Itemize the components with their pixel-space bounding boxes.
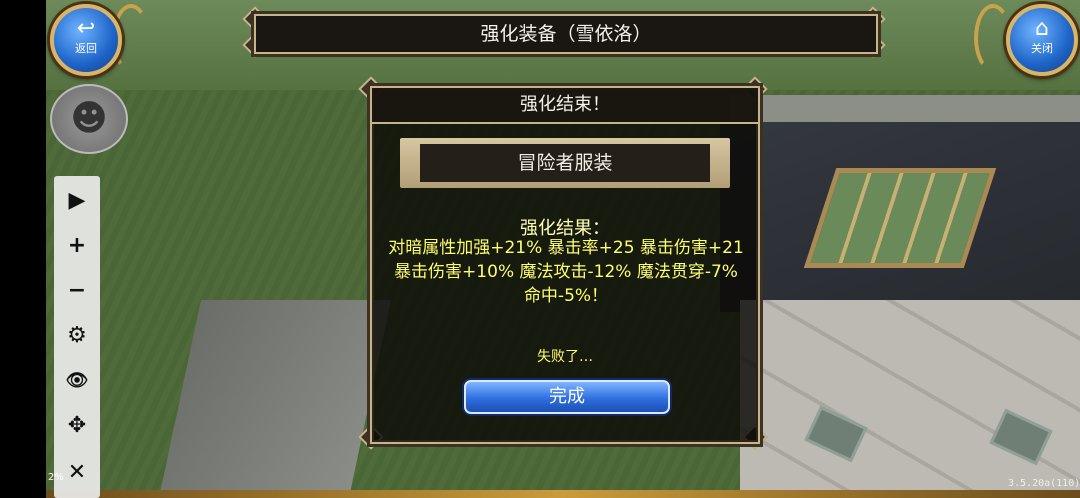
home-icon: ⌂ xyxy=(1035,16,1049,41)
version-label: 3.5.20a(110) xyxy=(1008,478,1080,489)
gear-icon[interactable]: ⚙ xyxy=(54,319,100,353)
zoom-in-icon[interactable]: + xyxy=(54,229,100,263)
tiled-floor xyxy=(740,300,1080,498)
result-text: 对暗属性加强+21% 暴击率+25 暴击伤害+21 暴击伤害+10% 魔法攻击-… xyxy=(388,238,744,306)
item-name-plate: 冒险者服装 xyxy=(400,138,730,188)
eye-icon[interactable]: 👁 xyxy=(54,364,100,398)
avatar[interactable]: ☻ xyxy=(50,84,128,154)
character-avatar-icon: ☻ xyxy=(70,98,108,139)
skylight-window xyxy=(803,168,997,268)
dialog-header: 强化结束！ xyxy=(372,88,758,124)
close-button[interactable]: ⌂ 关闭 xyxy=(1006,4,1078,76)
dialog-frame: 强化结束！ 冒险者服装 强化结果： 对暗属性加强+21% 暴击率+25 暴击伤害… xyxy=(370,86,760,444)
play-icon[interactable]: ▶ xyxy=(54,184,100,218)
close-label: 关闭 xyxy=(1031,42,1053,55)
item-name: 冒险者服装 xyxy=(420,144,710,182)
move-icon[interactable]: ✥ xyxy=(54,409,100,443)
back-label: 返回 xyxy=(75,42,97,55)
zoom-out-icon[interactable]: − xyxy=(54,274,100,308)
back-button[interactable]: ↩ 返回 xyxy=(50,4,122,76)
status-text: 失败了… xyxy=(537,349,593,365)
screen-edge xyxy=(0,0,46,498)
page-title: 强化装备（雪依洛） xyxy=(254,14,878,54)
bottom-gold-bar xyxy=(46,490,1080,498)
enhance-result-dialog: 强化结束！ 冒险者服装 强化结果： 对暗属性加强+21% 暴击率+25 暴击伤害… xyxy=(358,76,768,450)
overlay-toolbar: ▶ + − ⚙ 👁 ✥ ✕ xyxy=(54,176,100,498)
back-arrow-icon: ↩ xyxy=(76,16,96,41)
zoom-indicator: 2% xyxy=(48,472,64,483)
done-button[interactable]: 完成 xyxy=(464,380,670,414)
title-bar: 强化装备（雪依洛） xyxy=(242,6,886,58)
